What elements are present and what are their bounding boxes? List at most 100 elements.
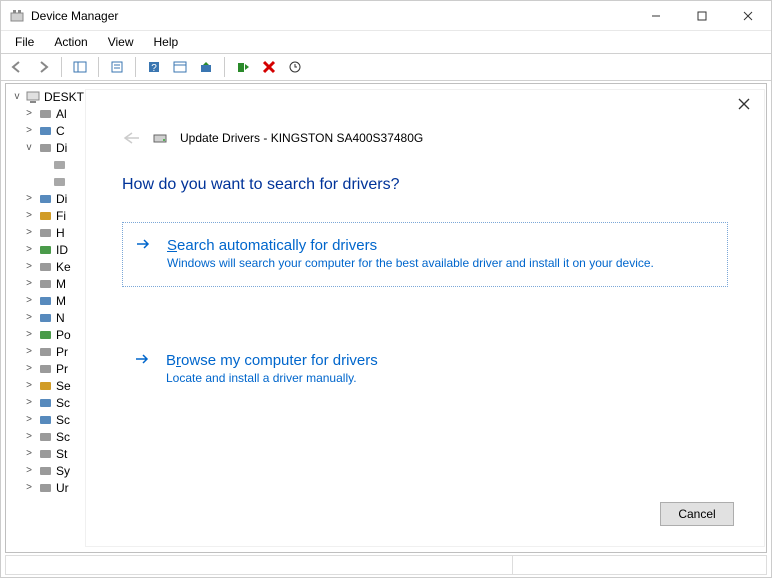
tree-node[interactable]: >St <box>12 445 84 462</box>
tree-node[interactable]: >ID <box>12 241 84 258</box>
drive-icon <box>152 130 168 146</box>
help-button[interactable]: ? <box>142 55 166 79</box>
show-hide-tree-button[interactable] <box>68 55 92 79</box>
tree-node[interactable]: >Sy <box>12 462 84 479</box>
expand-icon[interactable]: > <box>24 431 34 442</box>
expand-icon[interactable]: > <box>24 397 34 408</box>
close-button[interactable] <box>725 1 771 31</box>
tree-root[interactable]: v DESKT <box>12 88 84 105</box>
toolbar-icon-5[interactable] <box>168 55 192 79</box>
system-icon <box>37 463 53 479</box>
sound-icon <box>37 429 53 445</box>
dialog-back-button <box>122 131 140 145</box>
tree-node[interactable]: >Se <box>12 377 84 394</box>
option1-title: Search automatically for drivers <box>167 237 715 254</box>
menu-file[interactable]: File <box>5 33 44 51</box>
properties-button[interactable] <box>105 55 129 79</box>
tree-node[interactable]: vDi <box>12 139 84 156</box>
expand-icon[interactable]: > <box>24 312 34 323</box>
expand-icon[interactable]: > <box>24 465 34 476</box>
tree-node-label: Di <box>56 192 67 206</box>
tree-node[interactable]: >Sc <box>12 428 84 445</box>
tree-node[interactable]: > Pr <box>12 360 84 377</box>
tree-node[interactable]: > Di <box>12 190 84 207</box>
cancel-button[interactable]: Cancel <box>660 502 734 526</box>
tree-node-label: M <box>56 294 66 308</box>
expand-icon[interactable]: > <box>24 448 34 459</box>
expand-icon[interactable]: > <box>24 193 34 204</box>
back-button[interactable] <box>5 55 29 79</box>
tree-node-label: H <box>56 226 65 240</box>
tree-node-label: Po <box>56 328 71 342</box>
tree-node[interactable] <box>12 156 84 173</box>
processor-icon <box>37 361 53 377</box>
drive-icon <box>51 174 67 190</box>
scan-hardware-button[interactable] <box>283 55 307 79</box>
tree-node-label: Pr <box>56 362 68 376</box>
option-search-automatically[interactable]: Search automatically for drivers Windows… <box>122 222 728 287</box>
expand-icon[interactable]: > <box>24 414 34 425</box>
option2-title: Browse my computer for drivers <box>166 352 716 369</box>
expand-icon[interactable]: > <box>24 363 34 374</box>
expand-icon[interactable]: v <box>24 142 34 153</box>
expand-icon[interactable]: > <box>24 125 34 136</box>
ide-icon <box>37 242 53 258</box>
audio-icon <box>37 106 53 122</box>
tree-node[interactable]: >Al <box>12 105 84 122</box>
titlebar: Device Manager <box>1 1 771 31</box>
tree-node[interactable]: >Pr <box>12 343 84 360</box>
expand-icon[interactable]: > <box>24 210 34 221</box>
expand-icon[interactable]: > <box>24 108 34 119</box>
tree-node[interactable]: >Sc <box>12 394 84 411</box>
tree-node-label: Ur <box>56 481 69 495</box>
tree-node-label: Fi <box>56 209 66 223</box>
tree-node[interactable]: >N <box>12 309 84 326</box>
expand-icon[interactable]: > <box>24 380 34 391</box>
keyboard-icon <box>37 259 53 275</box>
maximize-button[interactable] <box>679 1 725 31</box>
expand-icon[interactable]: > <box>24 278 34 289</box>
tree-node[interactable]: > Ke <box>12 258 84 275</box>
tree-node-label: M <box>56 277 66 291</box>
enable-device-button[interactable] <box>231 55 255 79</box>
expand-icon[interactable]: > <box>24 227 34 238</box>
minimize-button[interactable] <box>633 1 679 31</box>
expand-icon[interactable]: > <box>24 261 34 272</box>
tree-root-label: DESKT <box>44 90 84 104</box>
dialog-close-button[interactable] <box>738 98 750 110</box>
tree-node-label: Sc <box>56 413 70 427</box>
arrow-right-icon <box>134 352 150 366</box>
expand-icon[interactable]: > <box>24 329 34 340</box>
collapse-icon[interactable]: v <box>12 91 22 102</box>
expand-icon[interactable]: > <box>24 244 34 255</box>
usb-icon <box>37 480 53 496</box>
tree-node[interactable]: > Sc <box>12 411 84 428</box>
display-icon <box>37 191 53 207</box>
tree-node[interactable]: >M <box>12 292 84 309</box>
uninstall-device-button[interactable] <box>257 55 281 79</box>
forward-button[interactable] <box>31 55 55 79</box>
tree-node[interactable] <box>12 173 84 190</box>
tree-node[interactable]: > Po <box>12 326 84 343</box>
tree-node[interactable]: > Fi <box>12 207 84 224</box>
tree-node[interactable]: >M <box>12 275 84 292</box>
expand-icon[interactable]: > <box>24 346 34 357</box>
device-tree[interactable]: v DESKT >Al>CvDi>Di>Fi>H>ID>Ke>M>M>N>Po>… <box>12 88 84 548</box>
expand-icon[interactable]: > <box>24 482 34 493</box>
update-driver-button[interactable] <box>194 55 218 79</box>
menu-action[interactable]: Action <box>44 33 97 51</box>
menu-help[interactable]: Help <box>144 33 189 51</box>
menu-view[interactable]: View <box>98 33 144 51</box>
expand-icon[interactable]: > <box>24 295 34 306</box>
storage-icon <box>37 446 53 462</box>
option-browse-computer[interactable]: Browse my computer for drivers Locate an… <box>122 338 728 401</box>
tree-node[interactable]: >C <box>12 122 84 139</box>
monitor-icon <box>37 293 53 309</box>
svg-text:?: ? <box>151 63 157 74</box>
port-icon <box>37 327 53 343</box>
mouse-icon <box>37 276 53 292</box>
tree-node-label: Ke <box>56 260 71 274</box>
option2-description: Locate and install a driver manually. <box>166 371 716 387</box>
tree-node[interactable]: >H <box>12 224 84 241</box>
tree-node[interactable]: > Ur <box>12 479 84 496</box>
